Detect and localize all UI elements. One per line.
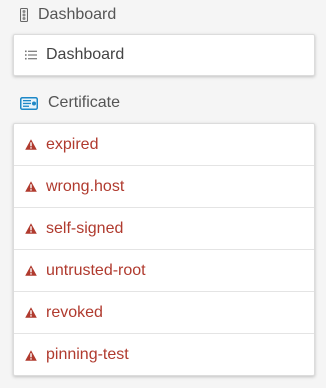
dashboard-card: Dashboard bbox=[13, 34, 315, 76]
certificate-item-label: revoked bbox=[46, 303, 103, 321]
certificate-item-pinning-test[interactable]: pinning-test bbox=[14, 334, 314, 376]
list-icon bbox=[24, 50, 38, 60]
certificate-item-label: expired bbox=[46, 135, 99, 153]
warning-icon bbox=[24, 307, 38, 318]
warning-icon bbox=[24, 181, 38, 192]
dashboard-section-title: Dashboard bbox=[38, 6, 117, 23]
warning-icon bbox=[24, 349, 38, 361]
warning-icon bbox=[24, 139, 38, 150]
certificate-item-expired[interactable]: expired bbox=[14, 124, 314, 166]
certificate-item-label: untrusted-root bbox=[46, 261, 146, 279]
page: Dashboard Dashboard Certificate expired … bbox=[0, 0, 326, 388]
certificate-item-label: pinning-test bbox=[46, 346, 129, 363]
dashboard-section-header: Dashboard bbox=[20, 4, 116, 26]
certificate-item-untrusted-root[interactable]: untrusted-root bbox=[14, 250, 314, 292]
dashboard-item[interactable]: Dashboard bbox=[14, 35, 314, 75]
certificate-icon bbox=[20, 96, 38, 110]
dashboard-item-label: Dashboard bbox=[46, 46, 125, 63]
traffic-light-icon bbox=[20, 8, 28, 22]
certificate-item-label: wrong.host bbox=[46, 177, 125, 195]
warning-icon bbox=[24, 223, 38, 234]
warning-icon bbox=[24, 265, 38, 276]
certificate-section-header: Certificate bbox=[20, 92, 120, 114]
certificate-item-label: self-signed bbox=[46, 219, 124, 237]
certificate-item-revoked[interactable]: revoked bbox=[14, 292, 314, 334]
certificate-card: expired wrong.host self-signed untrusted… bbox=[13, 123, 315, 376]
certificate-item-self-signed[interactable]: self-signed bbox=[14, 208, 314, 250]
certificate-section-title: Certificate bbox=[48, 94, 121, 111]
certificate-item-wrong-host[interactable]: wrong.host bbox=[14, 166, 314, 208]
